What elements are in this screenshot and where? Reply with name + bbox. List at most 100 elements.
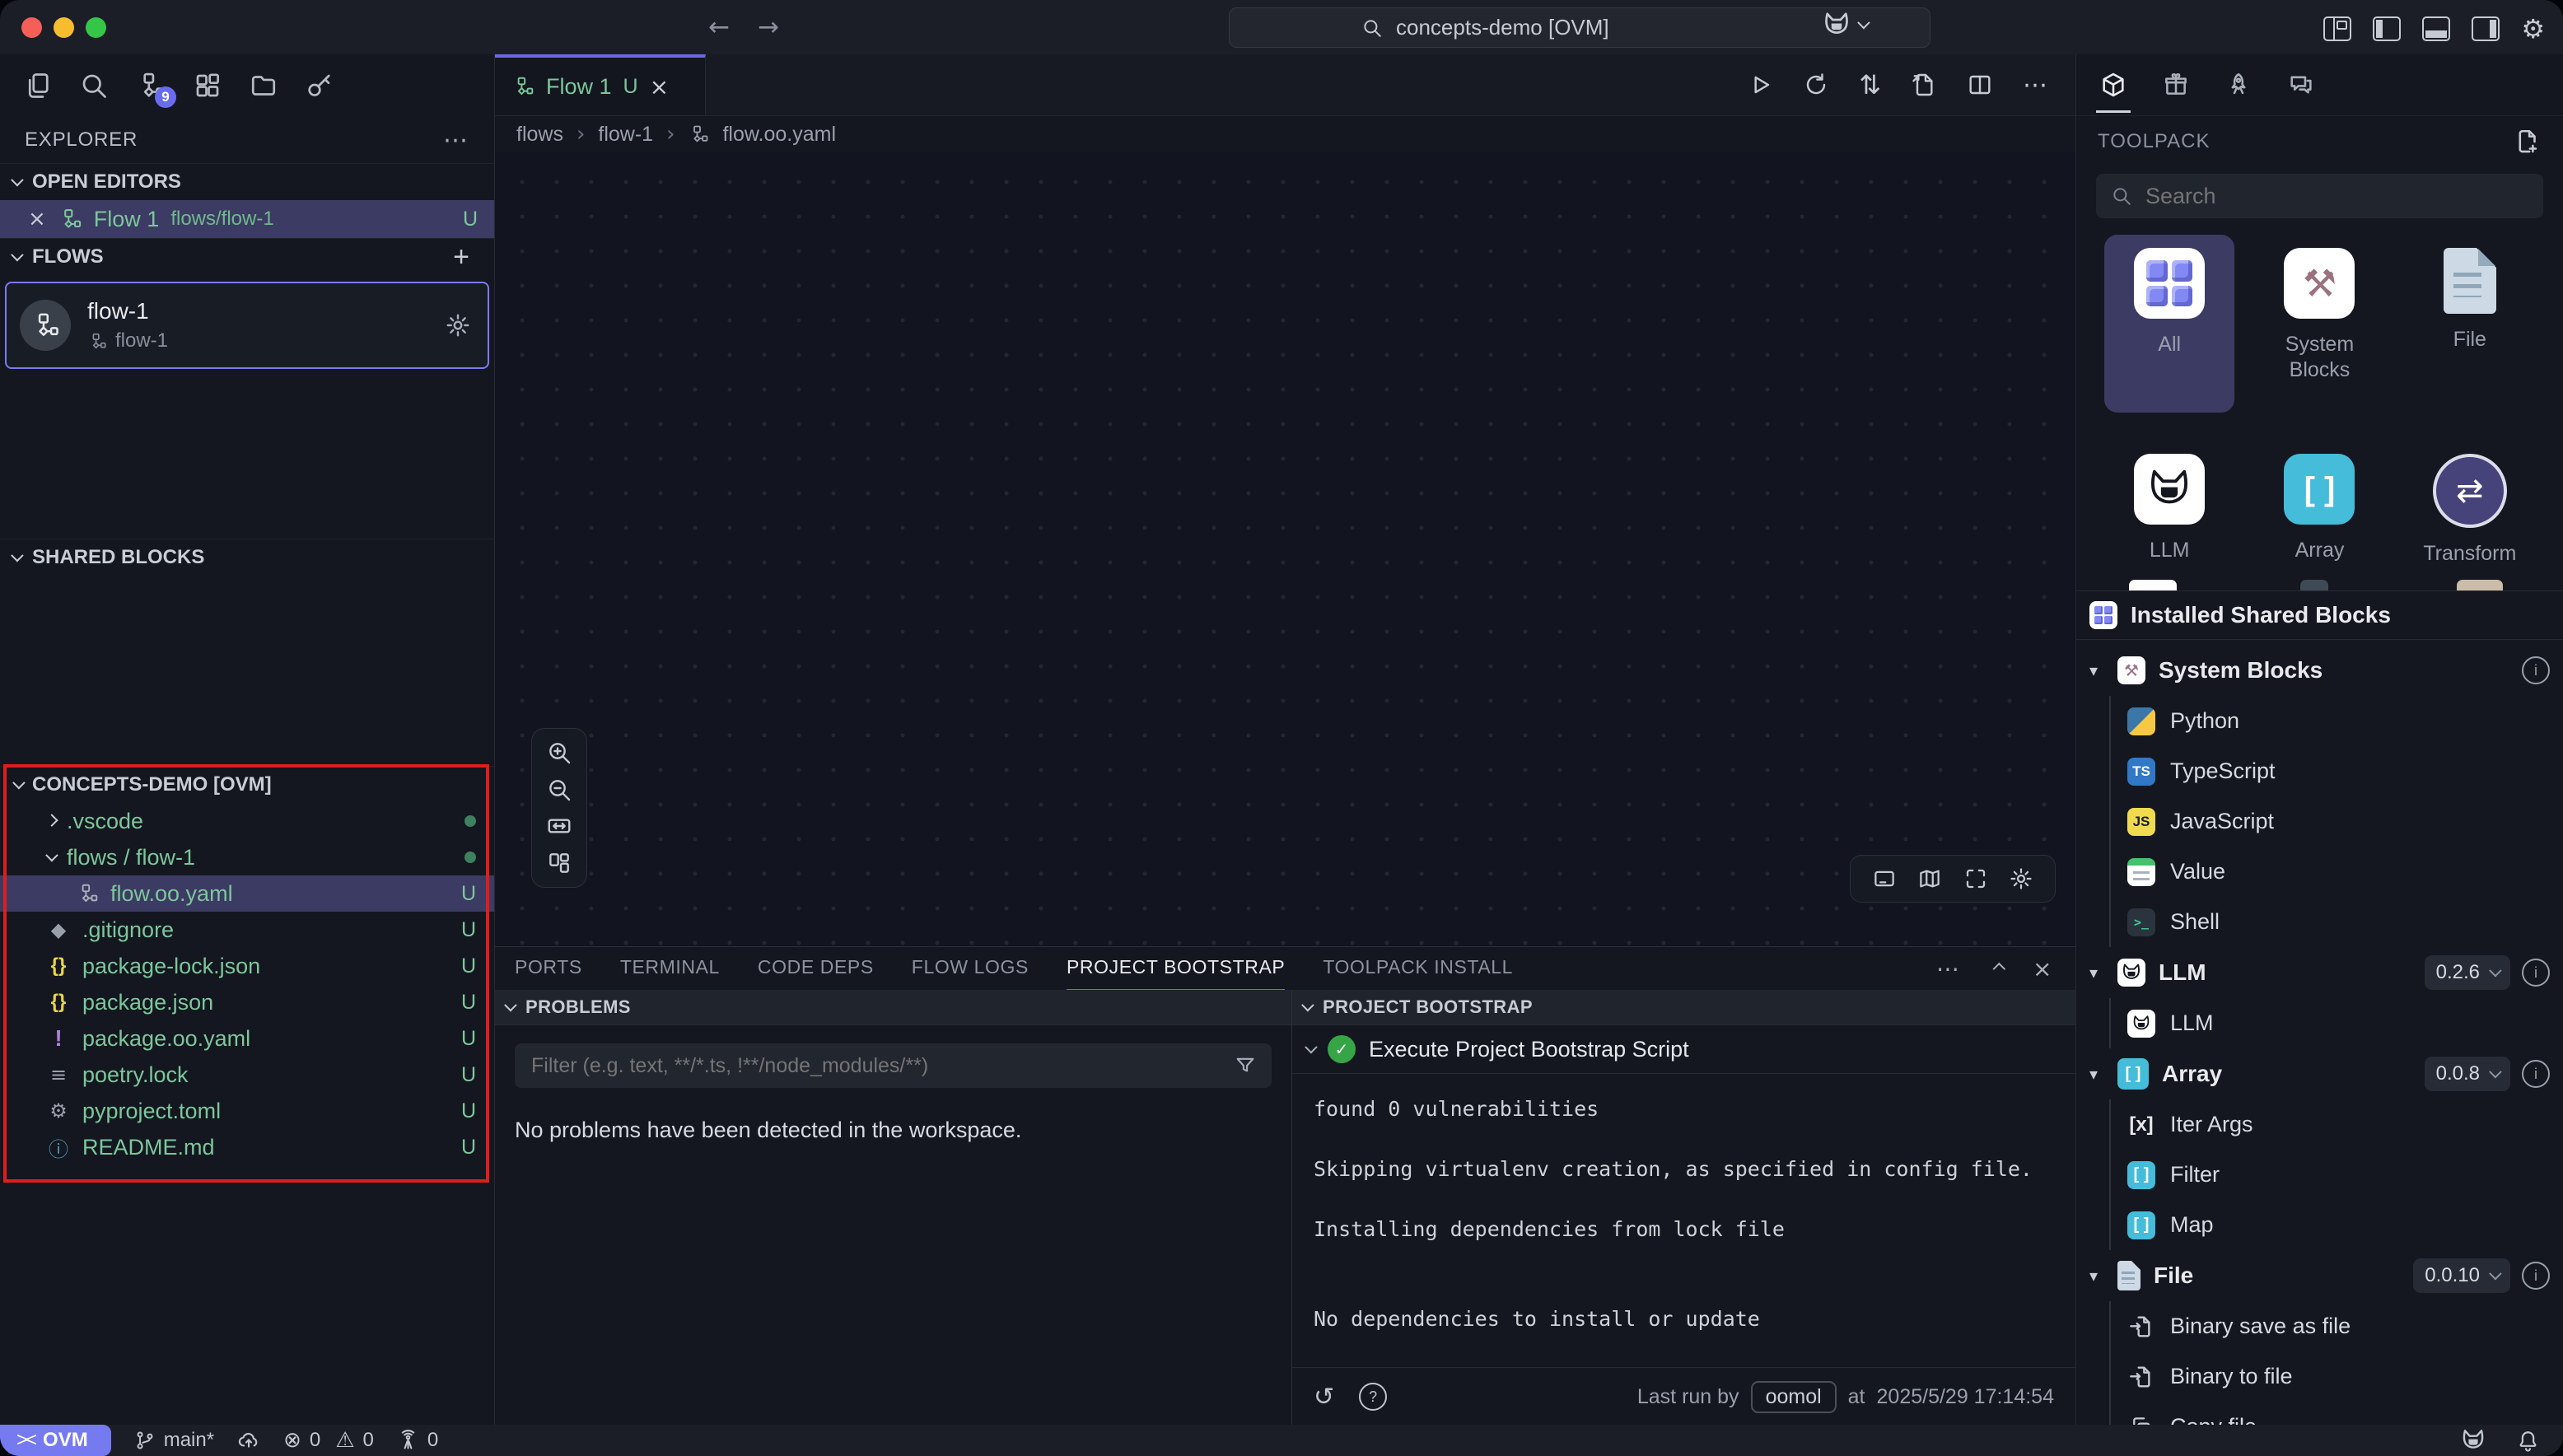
block-iter-args[interactable]: [x] Iter Args	[2111, 1099, 2563, 1150]
traffic-minimize-button[interactable]	[54, 17, 74, 38]
open-editor-row[interactable]: × Flow 1 flows/flow-1 U	[0, 200, 494, 238]
category-llm[interactable]: LLM	[2094, 441, 2244, 571]
run-flow-icon[interactable]	[1747, 72, 1773, 98]
toolpack-search[interactable]	[2096, 174, 2543, 218]
last-run-user-badge[interactable]: oomol	[1751, 1381, 1837, 1413]
extensions-icon[interactable]	[193, 71, 222, 100]
key-icon[interactable]	[305, 71, 334, 100]
shared-blocks-header[interactable]: SHARED BLOCKS	[0, 539, 494, 576]
rocket-icon[interactable]	[2225, 71, 2253, 99]
info-icon[interactable]: i	[2522, 959, 2550, 987]
block-binary-save-as-file[interactable]: Binary save as file	[2111, 1301, 2563, 1351]
block-shell[interactable]: >_ Shell	[2111, 897, 2563, 947]
oomol-mascot-icon[interactable]	[2460, 1427, 2486, 1454]
close-icon[interactable]: ×	[28, 207, 46, 231]
chat-icon[interactable]	[2287, 71, 2315, 99]
toggle-bottom-panel-icon[interactable]	[2422, 16, 2450, 41]
tree-row[interactable]: ⓘ README.md U	[0, 1129, 494, 1165]
rerun-icon[interactable]	[1803, 72, 1829, 98]
tree-row[interactable]: flows / flow-1	[0, 839, 494, 875]
collapse-triangle-icon[interactable]: ▾	[2089, 1064, 2104, 1084]
flow-canvas[interactable]	[495, 152, 2075, 947]
close-panel-icon[interactable]: ×	[2033, 955, 2052, 982]
problems-counts[interactable]: ⊗ 0 ⚠ 0	[283, 1428, 374, 1453]
assistant-menu[interactable]	[1822, 10, 1867, 40]
nav-forward-icon[interactable]: →	[758, 12, 779, 42]
tab-flow-1[interactable]: Flow 1 U ×	[495, 54, 706, 115]
tree-row-selected[interactable]: flow.oo.yaml U	[0, 875, 494, 912]
rerun-bootstrap-icon[interactable]: ↺	[1314, 1383, 1334, 1412]
bootstrap-task-row[interactable]: ✓ Execute Project Bootstrap Script	[1292, 1025, 2075, 1074]
zoom-out-icon[interactable]	[546, 777, 572, 803]
flow-card[interactable]: flow-1 flow-1	[5, 282, 489, 369]
minimap-icon[interactable]	[1917, 866, 1942, 891]
traffic-zoom-button[interactable]	[86, 17, 106, 38]
block-javascript[interactable]: JS JavaScript	[2111, 796, 2563, 847]
maximize-panel-icon[interactable]	[1992, 962, 2005, 975]
info-icon[interactable]: i	[2522, 656, 2550, 684]
project-bootstrap-header[interactable]: PROJECT BOOTSTRAP	[1292, 990, 2075, 1025]
block-typescript[interactable]: TS TypeScript	[2111, 746, 2563, 796]
traffic-close-button[interactable]	[21, 17, 42, 38]
panel-more-icon[interactable]: ⋯	[1936, 955, 1961, 982]
close-tab-icon[interactable]: ×	[650, 73, 669, 100]
toggle-left-sidebar-icon[interactable]	[2373, 16, 2401, 41]
fit-width-icon[interactable]	[546, 813, 572, 839]
sync-changes-item[interactable]	[237, 1429, 260, 1452]
customize-layout-icon[interactable]	[2323, 16, 2351, 41]
ports-item[interactable]: 0	[397, 1429, 438, 1452]
category-all[interactable]: All	[2104, 235, 2234, 413]
explorer-files-icon[interactable]	[23, 71, 53, 100]
tab-toolpack-install[interactable]: TOOLPACK INSTALL	[1323, 946, 1513, 992]
info-icon[interactable]: i	[2522, 1262, 2550, 1290]
tree-row[interactable]: ≡ poetry.lock U	[0, 1057, 494, 1093]
category-array[interactable]: [ ] Array	[2244, 441, 2394, 571]
search-icon[interactable]	[79, 71, 109, 100]
block-value[interactable]: Value	[2111, 847, 2563, 897]
group-system-blocks[interactable]: ▾ ⚒ System Blocks i	[2076, 645, 2563, 696]
category-file[interactable]: File	[2395, 235, 2545, 413]
zoom-in-icon[interactable]	[546, 740, 572, 766]
tree-row[interactable]: ⚙ pyproject.toml U	[0, 1093, 494, 1129]
flows-activity-icon[interactable]: 9	[135, 72, 166, 100]
auto-layout-icon[interactable]	[546, 850, 572, 876]
flows-section-header[interactable]: FLOWS +	[0, 238, 494, 275]
info-icon[interactable]: i	[2522, 1060, 2550, 1088]
breadcrumb-item[interactable]: flow.oo.yaml	[722, 123, 836, 147]
nav-back-icon[interactable]: ←	[708, 12, 730, 42]
tab-code-deps[interactable]: CODE DEPS	[758, 946, 874, 992]
collapse-triangle-icon[interactable]: ▾	[2089, 660, 2104, 680]
console-panel-icon[interactable]	[1872, 866, 1897, 891]
category-system-blocks[interactable]: ⚒ System Blocks	[2244, 235, 2394, 413]
compare-changes-icon[interactable]: ⇅	[1859, 69, 1881, 100]
problems-header[interactable]: PROBLEMS	[495, 990, 1291, 1025]
toolpack-search-input[interactable]	[2144, 183, 2528, 210]
split-editor-icon[interactable]	[1967, 72, 1993, 98]
breadcrumb-item[interactable]: flows	[516, 123, 563, 147]
add-flow-button[interactable]: +	[453, 241, 469, 273]
problems-filter-input[interactable]	[530, 1053, 1234, 1079]
group-llm[interactable]: ▾ LLM 0.2.6 i	[2076, 947, 2563, 998]
collapse-triangle-icon[interactable]: ▾	[2089, 1266, 2104, 1286]
workspace-search-input[interactable]	[1394, 14, 1744, 41]
tree-row[interactable]: ! package.oo.yaml U	[0, 1020, 494, 1057]
block-filter[interactable]: [ ] Filter	[2111, 1150, 2563, 1200]
tab-terminal[interactable]: TERMINAL	[620, 946, 720, 992]
block-python[interactable]: Python	[2111, 696, 2563, 746]
toolpack-cube-icon[interactable]	[2099, 71, 2127, 99]
more-actions-icon[interactable]: ⋯	[2023, 71, 2049, 100]
tree-row[interactable]: ◆ .gitignore U	[0, 912, 494, 948]
tab-project-bootstrap[interactable]: PROJECT BOOTSTRAP	[1067, 946, 1285, 992]
open-editors-header[interactable]: OPEN EDITORS	[0, 163, 494, 200]
version-select[interactable]: 0.0.8	[2425, 1057, 2510, 1091]
category-transform[interactable]: ⇄ Transform	[2395, 441, 2545, 571]
canvas-settings-gear-icon[interactable]	[2009, 866, 2033, 891]
tab-flow-logs[interactable]: FLOW LOGS	[912, 946, 1029, 992]
export-file-icon[interactable]	[1911, 72, 1937, 98]
tree-root-row[interactable]: CONCEPTS-DEMO [OVM]	[0, 766, 494, 803]
tree-row[interactable]: {} package.json U	[0, 984, 494, 1020]
folder-icon[interactable]	[249, 71, 278, 100]
toggle-right-sidebar-icon[interactable]	[2472, 16, 2500, 41]
block-binary-to-file[interactable]: Binary to file	[2111, 1351, 2563, 1402]
explorer-more-icon[interactable]: ⋯	[443, 126, 469, 155]
